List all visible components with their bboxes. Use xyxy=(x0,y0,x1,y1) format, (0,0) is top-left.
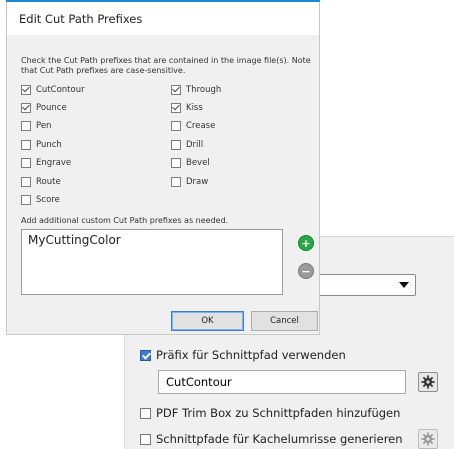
checkbox-box[interactable] xyxy=(171,158,181,168)
prefix-checkbox-bevel[interactable]: Bevel xyxy=(171,158,210,168)
prefix-checkbox-kiss[interactable]: Kiss xyxy=(171,103,203,113)
prefix-checkbox-drill[interactable]: Drill xyxy=(171,140,203,150)
chevron-down-icon xyxy=(399,282,409,288)
prefix-input[interactable] xyxy=(158,370,406,394)
prefix-label: Punch xyxy=(36,140,62,150)
cancel-button[interactable]: Cancel xyxy=(251,311,318,331)
prefix-checkbox-pounce[interactable]: Pounce xyxy=(21,103,67,113)
prefix-gear-button[interactable] xyxy=(418,372,438,392)
gear-icon xyxy=(421,375,435,389)
prefix-label: Score xyxy=(36,195,60,205)
checkbox-box[interactable] xyxy=(21,177,31,187)
add-prefix-hint: Add additional custom Cut Path prefixes … xyxy=(21,216,229,225)
minus-icon: − xyxy=(301,264,311,278)
checkbox-box[interactable] xyxy=(21,121,31,131)
prefix-checkbox-draw[interactable]: Draw xyxy=(171,177,208,187)
checkbox-box[interactable] xyxy=(21,103,31,113)
checkbox-box[interactable] xyxy=(21,85,31,95)
prefix-label: Draw xyxy=(186,177,209,187)
prefix-label: Through xyxy=(186,85,222,95)
checkbox-box[interactable] xyxy=(21,195,31,205)
intro-text: Check the Cut Path prefixes that are con… xyxy=(21,56,311,75)
checkbox-box[interactable] xyxy=(171,121,181,131)
use-prefix-label: Präfix für Schnittpfad verwenden xyxy=(156,348,346,362)
prefix-label: Kiss xyxy=(186,103,203,113)
prefix-checkbox-engrave[interactable]: Engrave xyxy=(21,158,71,168)
prefix-checkbox-cutcontour[interactable]: CutContour xyxy=(21,85,85,95)
pdf-trim-row[interactable]: PDF Trim Box zu Schnittpfaden hinzufügen xyxy=(140,406,400,420)
checkbox-box[interactable] xyxy=(171,85,181,95)
custom-prefix-list[interactable]: MyCuttingColor xyxy=(21,229,283,295)
prefix-label: Pounce xyxy=(36,103,67,113)
tile-outline-row[interactable]: Schnittpfade für Kachelumrisse generiere… xyxy=(140,432,403,446)
settings-dropdown[interactable] xyxy=(310,274,416,296)
dialog-titlebar: Edit Cut Path Prefixes xyxy=(7,1,319,35)
prefix-label: Drill xyxy=(186,140,204,150)
prefix-checkbox-crease[interactable]: Crease xyxy=(171,121,215,131)
use-prefix-checkbox[interactable] xyxy=(140,349,151,361)
pdf-trim-label: PDF Trim Box zu Schnittpfaden hinzufügen xyxy=(156,406,401,420)
prefix-checkbox-punch[interactable]: Punch xyxy=(21,140,62,150)
checkbox-box[interactable] xyxy=(21,140,31,150)
gear-icon xyxy=(421,432,435,446)
title-accent-bar xyxy=(6,0,320,2)
tile-outline-checkbox[interactable] xyxy=(140,433,151,445)
prefix-label: Route xyxy=(36,177,61,187)
prefix-checkbox-score[interactable]: Score xyxy=(21,195,60,205)
prefix-label: CutContour xyxy=(36,85,85,95)
prefix-checkbox-pen[interactable]: Pen xyxy=(21,121,51,131)
add-prefix-button[interactable]: + xyxy=(298,235,314,251)
prefix-label: Pen xyxy=(36,121,52,131)
tile-outline-label: Schnittpfade für Kachelumrisse generiere… xyxy=(156,432,403,446)
edit-cut-path-prefixes-dialog: Edit Cut Path Prefixes Check the Cut Pat… xyxy=(6,0,320,335)
prefix-label: Crease xyxy=(186,121,216,131)
checkbox-box[interactable] xyxy=(171,177,181,187)
checkbox-box[interactable] xyxy=(171,103,181,113)
remove-prefix-button[interactable]: − xyxy=(298,263,314,279)
checkbox-box[interactable] xyxy=(21,158,31,168)
use-prefix-row[interactable]: Präfix für Schnittpfad verwenden xyxy=(140,348,346,362)
prefix-checkbox-through[interactable]: Through xyxy=(171,85,221,95)
checkbox-box[interactable] xyxy=(171,140,181,150)
prefix-label: Engrave xyxy=(36,158,72,168)
pdf-trim-checkbox[interactable] xyxy=(140,407,151,419)
prefix-checkbox-route[interactable]: Route xyxy=(21,177,61,187)
prefix-label: Bevel xyxy=(186,158,210,168)
dialog-title: Edit Cut Path Prefixes xyxy=(19,12,143,26)
tile-outline-gear-button[interactable] xyxy=(418,429,438,449)
plus-icon: + xyxy=(301,236,311,250)
ok-button[interactable]: OK xyxy=(171,311,244,331)
custom-prefix-item[interactable]: MyCuttingColor xyxy=(28,233,276,247)
